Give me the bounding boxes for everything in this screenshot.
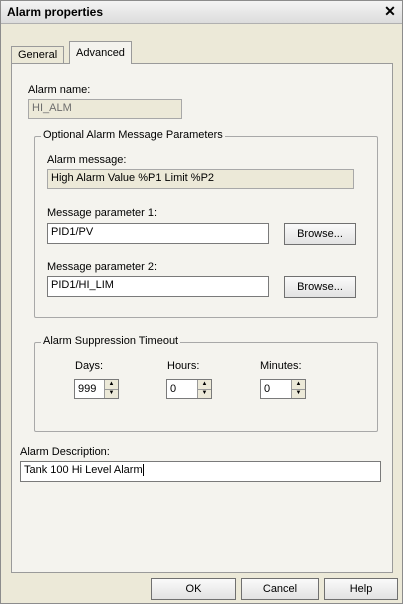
days-label: Days: (75, 360, 104, 372)
spin-down-icon[interactable]: ▼ (292, 389, 305, 398)
minutes-spinner[interactable]: 0 ▲ ▼ (260, 379, 306, 399)
alarm-name-label: Alarm name: (28, 84, 91, 96)
alarm-description-label: Alarm Description: (20, 446, 110, 458)
hours-value: 0 (170, 383, 177, 395)
hours-spinner[interactable]: 0 ▲ ▼ (166, 379, 212, 399)
message-parameter-1-label: Message parameter 1: (47, 207, 158, 219)
message-parameter-1-input[interactable]: PID1/PV (47, 223, 269, 244)
alarm-suppression-title: Alarm Suppression Timeout (41, 335, 181, 347)
alarm-name-field: HI_ALM (28, 99, 182, 119)
alarm-message-label: Alarm message: (47, 154, 127, 166)
message-parameter-2-label: Message parameter 2: (47, 261, 158, 273)
minutes-value: 0 (264, 383, 271, 395)
minutes-label: Minutes: (260, 360, 302, 372)
browse-parameter-2-button[interactable]: Browse... (284, 276, 356, 298)
close-icon[interactable]: ✕ (382, 2, 398, 20)
advanced-tab-panel: Alarm name: HI_ALM Optional Alarm Messag… (11, 63, 393, 573)
alarm-suppression-group: Alarm Suppression Timeout Days: 999 ▲ ▼ … (34, 335, 378, 432)
text-caret (142, 464, 144, 477)
help-button[interactable]: Help (324, 578, 398, 600)
days-value: 999 (78, 383, 97, 395)
dialog-title: Alarm properties (7, 5, 104, 19)
tab-general[interactable]: General (11, 46, 65, 63)
message-parameters-title: Optional Alarm Message Parameters (41, 129, 225, 141)
alarm-properties-dialog: Alarm properties ✕ General Advanced Alar… (0, 0, 403, 604)
spin-down-icon[interactable]: ▼ (198, 389, 211, 398)
dialog-button-bar: OK Cancel Help (1, 576, 402, 603)
hours-label: Hours: (167, 360, 200, 372)
message-parameters-group: Optional Alarm Message Parameters Alarm … (34, 129, 378, 318)
tab-advanced[interactable]: Advanced (69, 41, 132, 64)
browse-parameter-1-button[interactable]: Browse... (284, 223, 356, 245)
alarm-description-input[interactable]: Tank 100 Hi Level Alarm (20, 461, 381, 482)
ok-button[interactable]: OK (151, 578, 236, 600)
spin-down-icon[interactable]: ▼ (105, 389, 118, 398)
title-bar: Alarm properties ✕ (1, 1, 402, 24)
alarm-description-text: Tank 100 Hi Level Alarm (24, 464, 143, 476)
message-parameter-2-input[interactable]: PID1/HI_LIM (47, 276, 269, 297)
cancel-button[interactable]: Cancel (241, 578, 319, 600)
alarm-message-field: High Alarm Value %P1 Limit %P2 (47, 169, 354, 189)
days-spinner[interactable]: 999 ▲ ▼ (74, 379, 119, 399)
